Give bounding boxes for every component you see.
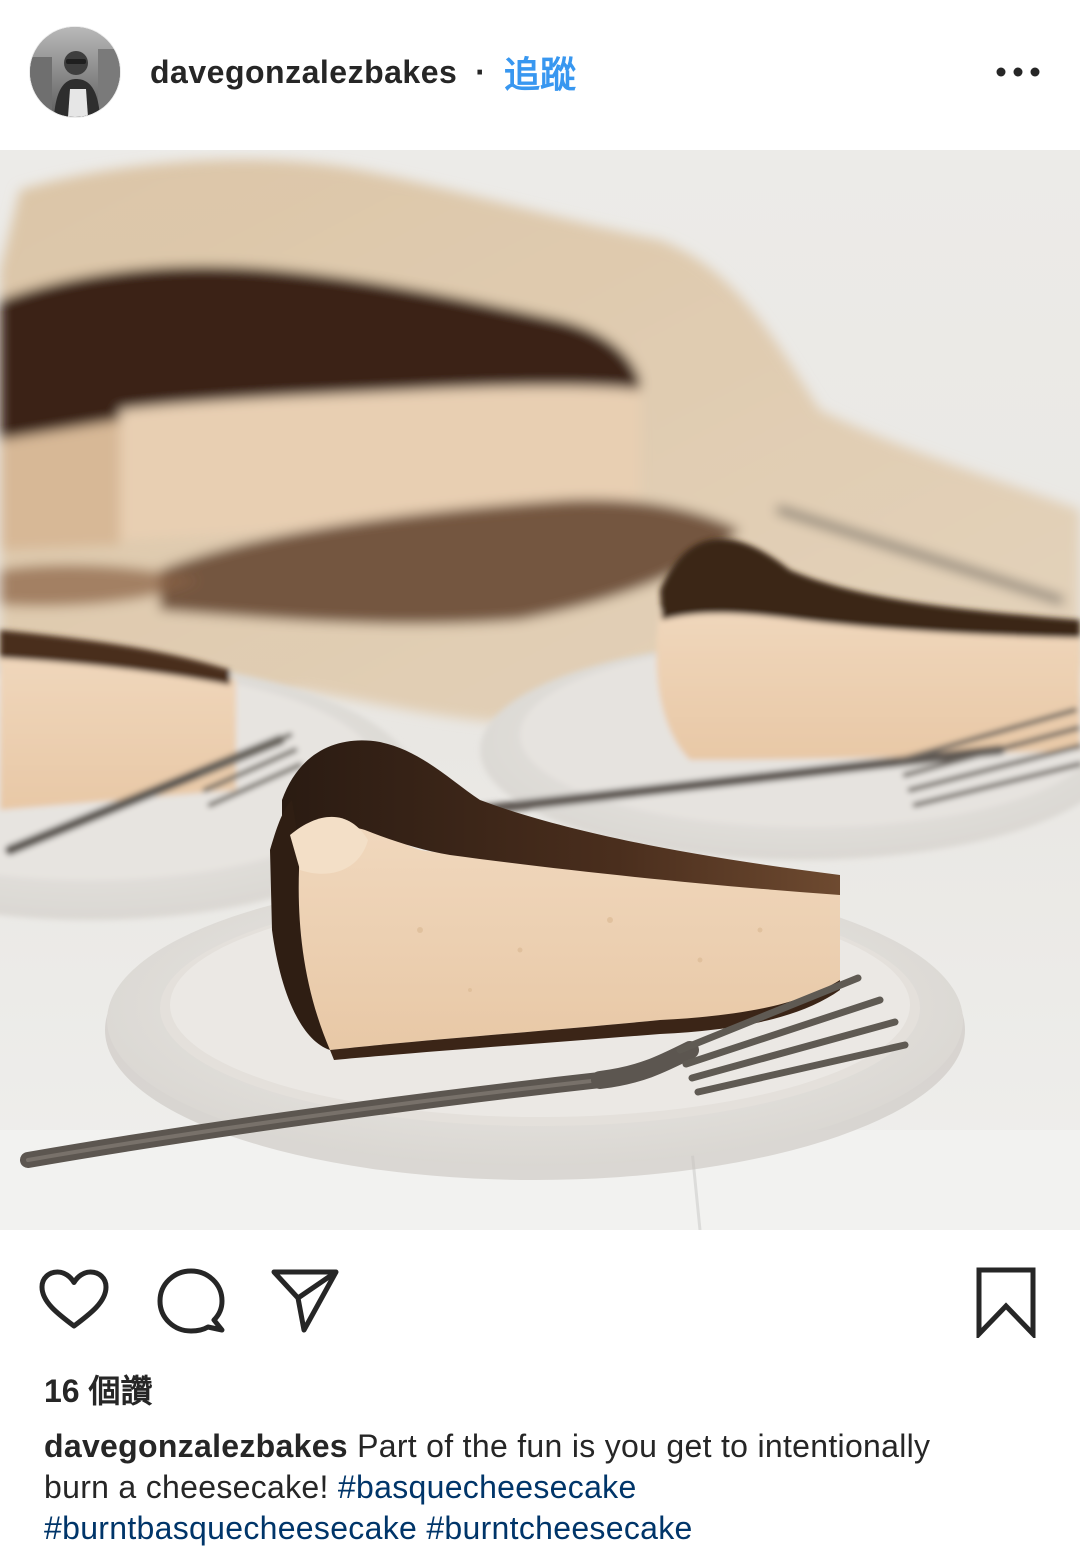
caption-username[interactable]: davegonzalezbakes [44,1428,348,1464]
post-header: davegonzalezbakes · 追蹤 [0,0,1080,148]
avatar[interactable] [30,27,120,117]
comment-button[interactable] [156,1267,226,1340]
hashtag-link[interactable]: #burntcheesecake [426,1510,692,1546]
separator-dot: · [475,53,486,90]
header-text: davegonzalezbakes · 追蹤 [150,48,576,96]
hashtag-link[interactable]: #basquecheesecake [338,1469,637,1505]
like-count[interactable]: 16 個讚 [44,1366,153,1412]
share-button[interactable] [270,1268,340,1339]
paper-plane-icon [271,1269,339,1333]
like-button[interactable] [38,1268,110,1337]
bookmark-icon [976,1267,1036,1341]
save-button[interactable] [974,1266,1038,1343]
action-bar [0,1240,1080,1350]
heart-icon [39,1269,109,1329]
header-username[interactable]: davegonzalezbakes [150,54,457,91]
post-photo[interactable] [0,150,1080,1230]
hashtag-link[interactable]: #burntbasquecheesecake [44,1510,417,1546]
more-options-button[interactable] [992,56,1044,88]
follow-button[interactable]: 追蹤 [504,46,576,98]
photo-basque-cheesecake [0,150,1080,1230]
ellipsis-icon [996,67,1040,77]
avatar-photo [30,27,120,117]
post-caption: davegonzalezbakes Part of the fun is you… [44,1426,1004,1549]
comment-icon [157,1268,225,1334]
